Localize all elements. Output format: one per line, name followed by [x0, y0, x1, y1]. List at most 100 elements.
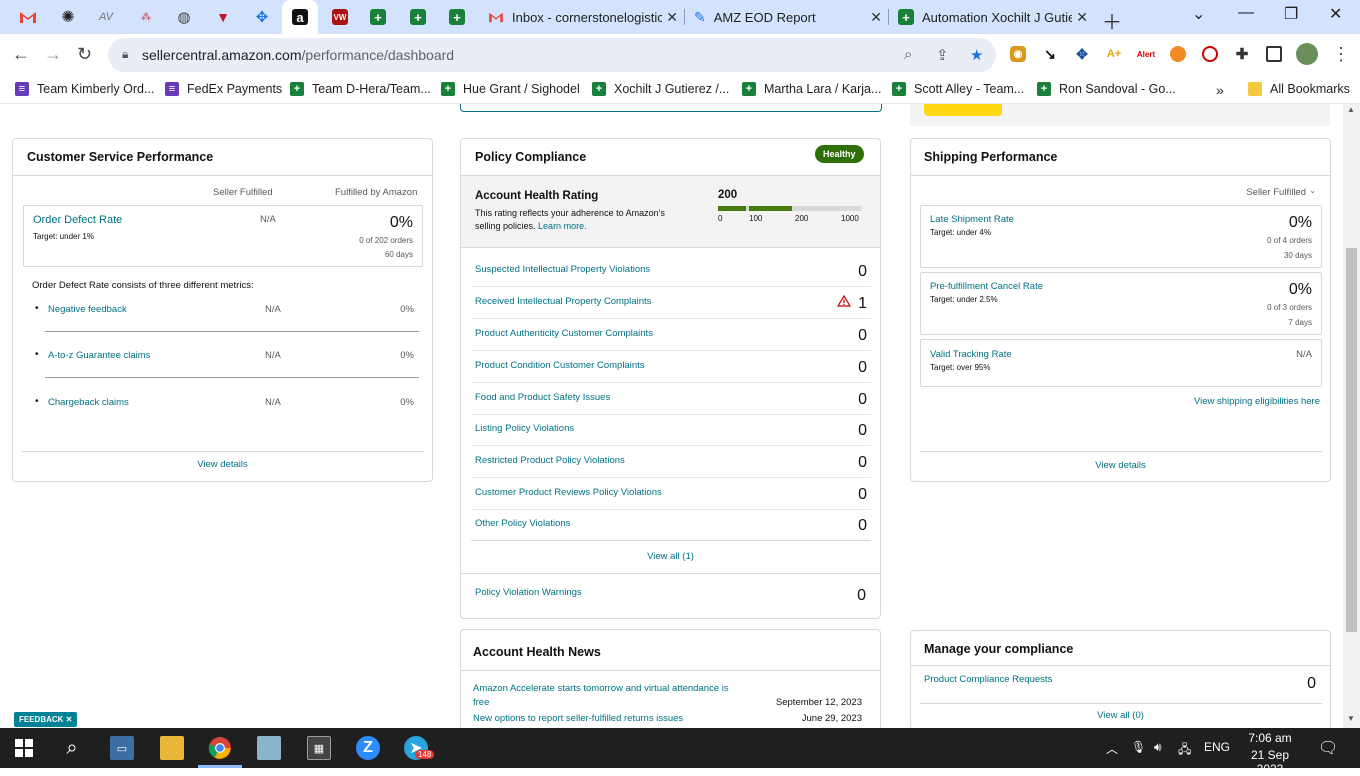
all-bookmarks-button[interactable]: All Bookmarks	[1248, 82, 1350, 96]
pokeball-icon[interactable]	[1202, 46, 1218, 62]
notepad-icon[interactable]	[257, 736, 281, 760]
network-icon[interactable]: 🖧︎	[1178, 740, 1191, 761]
pinned-tab-9[interactable]: VW	[328, 6, 352, 28]
pinned-tab-amazon-active[interactable]: a	[282, 0, 318, 34]
metric-link[interactable]: A-to-z Guarantee claims	[48, 350, 150, 361]
pinned-tab-6[interactable]: ▼	[211, 6, 235, 28]
news-link[interactable]: Amazon Accelerate starts tomorrow and vi…	[473, 683, 729, 694]
bookmark-item[interactable]: + Xochilt J Gutierez /...	[592, 82, 729, 96]
extension-icon[interactable]: ◉	[1010, 46, 1026, 62]
chevron-down-icon[interactable]: ⌄	[1309, 186, 1316, 195]
close-tab-icon[interactable]: ✕	[1076, 9, 1088, 26]
policy-row-link[interactable]: Customer Product Reviews Policy Violatio…	[475, 487, 662, 498]
policy-row-link[interactable]: Received Intellectual Property Complaint…	[475, 296, 651, 307]
policy-row-link[interactable]: Food and Product Safety Issues	[475, 392, 610, 403]
extension-icon[interactable]: Alert	[1137, 46, 1155, 62]
chrome-icon[interactable]	[208, 736, 232, 760]
learn-more-link[interactable]: Learn more.	[538, 221, 587, 231]
pinned-tab-sheets-3[interactable]: +	[445, 6, 469, 28]
tab-automation[interactable]: + Automation Xochilt J Gutie ✕	[886, 0, 1094, 34]
pinned-tab-sheets-2[interactable]: +	[406, 6, 430, 28]
language-indicator[interactable]: ENG	[1204, 740, 1230, 754]
bookmark-item[interactable]: + Martha Lara / Karja...	[742, 82, 881, 96]
tab-gmail-inbox[interactable]: Inbox - cornerstonelogistic ✕	[476, 0, 684, 34]
forward-icon[interactable]: →	[44, 44, 62, 65]
feedback-button[interactable]: FEEDBACK ✕	[14, 712, 78, 727]
policy-row-link[interactable]: Product Condition Customer Complaints	[475, 360, 645, 371]
fulfillment-filter[interactable]: Seller Fulfilled	[1246, 187, 1306, 198]
scrollbar-thumb[interactable]	[1346, 248, 1357, 632]
bookmark-item[interactable]: + Scott Alley - Team...	[892, 82, 1024, 96]
policy-row-link[interactable]: Product Authenticity Customer Complaints	[475, 328, 653, 339]
reload-icon[interactable]: ↻	[77, 44, 92, 65]
pinned-tab-3[interactable]: AV	[94, 6, 118, 28]
pinned-tab-chatgpt[interactable]: ✺	[56, 6, 80, 28]
extension-icon[interactable]: ✥	[1074, 46, 1090, 62]
order-defect-rate-link[interactable]: Order Defect Rate	[33, 214, 122, 226]
share-icon[interactable]: ⇪	[936, 46, 949, 64]
notifications-icon[interactable]: 🗨︎	[1318, 738, 1338, 758]
calculator-icon[interactable]: ▦	[307, 736, 331, 760]
policy-warnings-link[interactable]: Policy Violation Warnings	[475, 587, 582, 598]
compliance-requests-link[interactable]: Product Compliance Requests	[924, 674, 1052, 685]
bookmark-star-icon[interactable]: ★	[970, 46, 983, 64]
policy-row-link[interactable]: Other Policy Violations	[475, 518, 570, 529]
view-details-link[interactable]: View details	[911, 460, 1330, 471]
avatar[interactable]	[1296, 43, 1318, 65]
news-link-continued[interactable]: free	[473, 697, 489, 708]
new-tab-button[interactable]: ＋	[1102, 6, 1122, 35]
bookmark-item[interactable]: + Ron Sandoval - Go...	[1037, 82, 1176, 96]
yellow-button[interactable]	[924, 104, 1002, 116]
side-panel-icon[interactable]	[1266, 46, 1282, 62]
extension-icon[interactable]: ↘	[1042, 46, 1058, 62]
shipping-metric-link[interactable]: Late Shipment Rate	[930, 214, 1014, 225]
view-all-link[interactable]: View all (0)	[911, 710, 1330, 721]
bookmark-item[interactable]: ≡ Team Kimberly Ord...	[15, 82, 154, 96]
zoom-icon[interactable]: ⌕	[904, 46, 912, 63]
search-icon[interactable]: ⌕	[60, 736, 84, 760]
scroll-down-icon[interactable]: ▼	[1347, 714, 1355, 723]
microphone-icon[interactable]: 🎙︎	[1131, 740, 1146, 754]
menu-dots-icon[interactable]: ⋮	[1332, 44, 1350, 65]
shipping-metric-link[interactable]: Pre-fulfillment Cancel Rate	[930, 281, 1043, 292]
metric-link[interactable]: Negative feedback	[48, 304, 127, 315]
minimize-button[interactable]: —	[1238, 4, 1254, 22]
start-button[interactable]	[12, 736, 36, 760]
clock[interactable]: 7:06 am 21 Sep 2023	[1238, 731, 1302, 776]
show-hidden-icons[interactable]: ︿	[1106, 740, 1118, 757]
pinned-tab-gmail[interactable]	[16, 6, 40, 28]
view-details-link[interactable]: View details	[13, 459, 432, 470]
policy-row-link[interactable]: Suspected Intellectual Property Violatio…	[475, 264, 650, 275]
news-link[interactable]: New options to report seller-fulfilled r…	[473, 713, 683, 724]
close-tab-icon[interactable]: ✕	[666, 9, 678, 26]
shipping-eligibility-link[interactable]: View shipping eligibilities here	[1194, 396, 1320, 407]
file-explorer-icon[interactable]	[160, 736, 184, 760]
address-bar[interactable]: 🔒︎ sellercentral.amazon.com/performance/…	[108, 38, 996, 72]
pinned-tab-4[interactable]: ⁂	[134, 6, 158, 28]
extension-icon[interactable]: A+	[1106, 46, 1122, 62]
close-window-button[interactable]: ✕	[1329, 4, 1342, 24]
tab-search-icon[interactable]: ⌄	[1192, 4, 1205, 24]
zoom-app-icon[interactable]: Z	[356, 736, 380, 760]
bookmark-item[interactable]: ≡ FedEx Payments	[165, 82, 282, 96]
policy-row-link[interactable]: Listing Policy Violations	[475, 423, 574, 434]
close-tab-icon[interactable]: ✕	[870, 9, 882, 26]
puzzle-icon[interactable]: ✚	[1234, 46, 1250, 63]
back-icon[interactable]: ←	[12, 44, 30, 65]
restore-button[interactable]: ❐	[1284, 4, 1298, 24]
view-all-link[interactable]: View all (1)	[461, 551, 880, 562]
extension-icon[interactable]	[1170, 46, 1186, 62]
tab-amz-eod[interactable]: ✎ AMZ EOD Report ✕	[682, 0, 888, 34]
pinned-tab-7[interactable]: ✥	[250, 6, 274, 28]
metric-link[interactable]: Chargeback claims	[48, 397, 129, 408]
shipping-metric-link[interactable]: Valid Tracking Rate	[930, 349, 1012, 360]
bookmark-item[interactable]: + Team D-Hera/Team...	[290, 82, 431, 96]
page-scrollbar[interactable]: ▲ ▼	[1343, 104, 1360, 728]
policy-row-link[interactable]: Restricted Product Policy Violations	[475, 455, 625, 466]
pinned-tab-sheets-1[interactable]: +	[366, 6, 390, 28]
scroll-up-icon[interactable]: ▲	[1347, 105, 1355, 114]
more-bookmarks-button[interactable]: »	[1216, 82, 1224, 98]
computer-icon[interactable]: ▭	[110, 736, 134, 760]
volume-icon[interactable]: 🔊︎	[1154, 740, 1162, 755]
bookmark-item[interactable]: + Hue Grant / Sighodel	[441, 82, 580, 96]
